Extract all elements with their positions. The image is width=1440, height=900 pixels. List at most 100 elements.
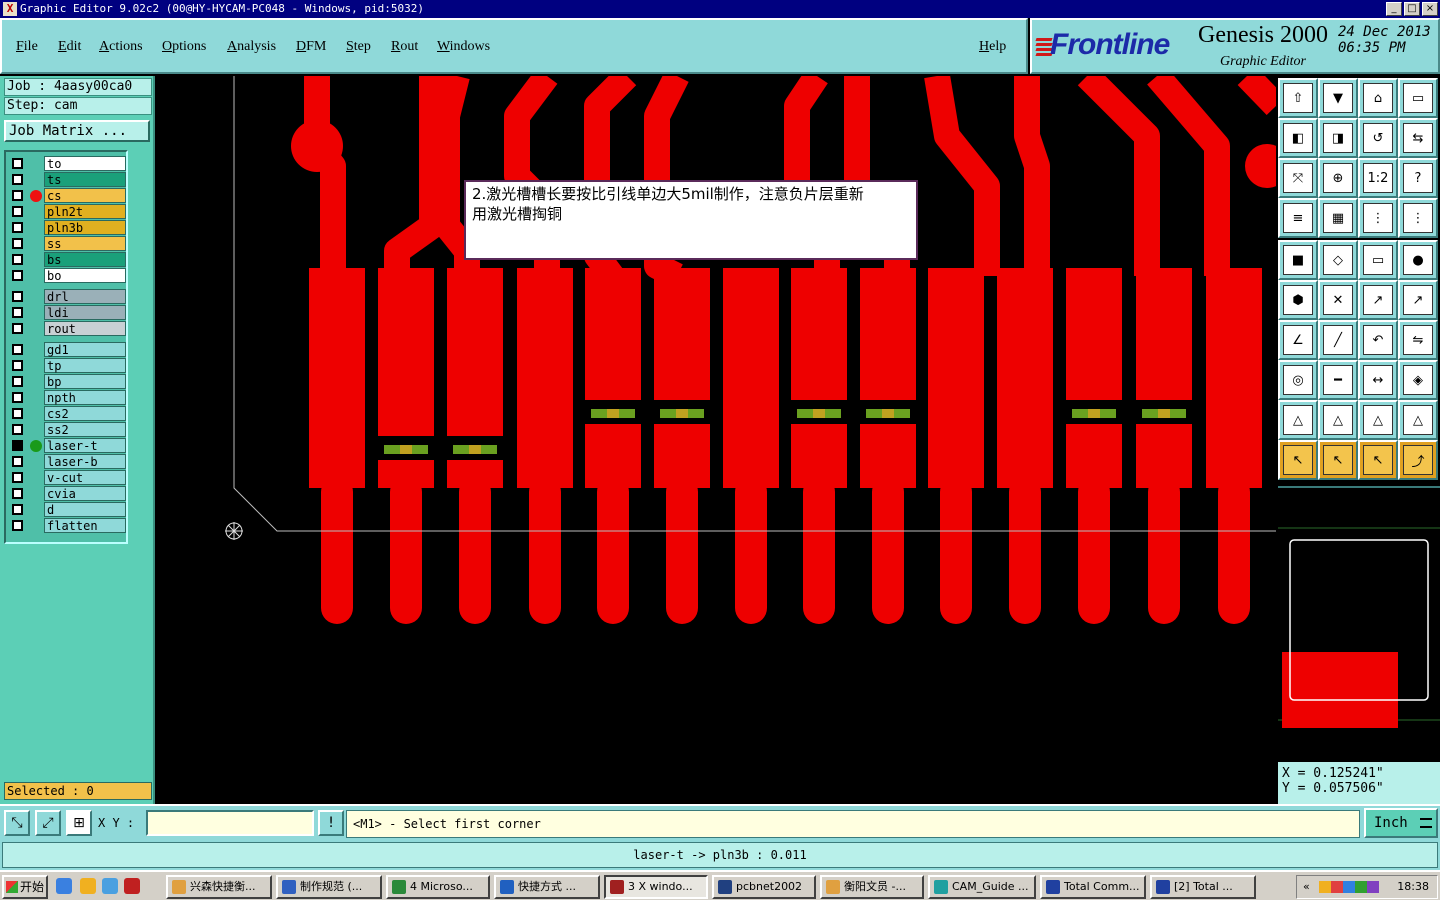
graphic-canvas[interactable]: 2.激光槽槽长要按比引线单边大5mil制作，注意负片层重新 用激光槽掏铜 — [157, 76, 1276, 804]
layer-name[interactable]: bs — [44, 252, 126, 267]
browser-icon[interactable] — [102, 878, 118, 894]
layer-name[interactable]: laser-b — [44, 454, 126, 469]
layer-checkbox[interactable] — [12, 504, 23, 515]
layer-checkbox[interactable] — [12, 174, 23, 185]
minus-icon[interactable]: ━ — [1318, 360, 1358, 400]
pad-icon[interactable]: ■ — [1278, 240, 1318, 280]
unit-selector[interactable]: Inch — [1364, 808, 1438, 838]
connect-icon[interactable]: ⬢ — [1278, 280, 1318, 320]
clock-icon[interactable] — [80, 878, 96, 894]
xwin-icon[interactable] — [124, 878, 140, 894]
layer-checkbox[interactable] — [12, 472, 23, 483]
grid-icon[interactable]: ▦ — [1318, 198, 1358, 238]
layer-row-d[interactable]: d — [10, 502, 126, 517]
left-icon[interactable]: ◧ — [1278, 118, 1318, 158]
job-matrix-button[interactable]: Job Matrix ... — [4, 120, 150, 142]
start-button[interactable]: 开始 — [2, 875, 48, 899]
triangle4-icon[interactable]: △ — [1398, 400, 1438, 440]
layer-name[interactable]: bo — [44, 268, 126, 283]
route-icon[interactable]: ⤴ — [1398, 440, 1438, 480]
pointer-icon[interactable]: ↖ — [1278, 440, 1318, 480]
taskbar-item[interactable]: pcbnet2002 — [712, 875, 816, 899]
ruler-icon[interactable]: ▭ — [1358, 240, 1398, 280]
layer-checkbox[interactable] — [12, 456, 23, 467]
layer-row-ldi[interactable]: ldi — [10, 305, 126, 320]
layer-name[interactable]: pln2t — [44, 204, 126, 219]
dot-icon[interactable]: ● — [1398, 240, 1438, 280]
zoom-out-icon[interactable]: ⤢ — [35, 810, 61, 836]
layer-name[interactable]: drl — [44, 289, 126, 304]
layer-row-cs2[interactable]: cs2 — [10, 406, 126, 421]
menu-options[interactable]: Options — [162, 39, 206, 55]
menu-file[interactable]: File — [16, 39, 38, 55]
layer-name[interactable]: ldi — [44, 305, 126, 320]
move2-icon[interactable]: ↗ — [1398, 280, 1438, 320]
snap-grid-icon[interactable]: ⊞ — [66, 810, 92, 836]
layer-row-ts[interactable]: ts — [10, 172, 126, 187]
layer-checkbox[interactable] — [12, 190, 23, 201]
layer-row-to[interactable]: to — [10, 156, 126, 171]
right-icon[interactable]: ◨ — [1318, 118, 1358, 158]
add-icon[interactable]: ◎ — [1278, 360, 1318, 400]
layer-checkbox[interactable] — [12, 344, 23, 355]
swap-icon[interactable]: ⇆ — [1398, 118, 1438, 158]
layer-name[interactable]: npth — [44, 390, 126, 405]
taskbar-item[interactable]: Total Comm... — [1040, 875, 1146, 899]
save-icon[interactable]: ▼ — [1318, 78, 1358, 118]
menu-rout[interactable]: Rout — [391, 39, 418, 55]
layer-row-laser-b[interactable]: laser-b — [10, 454, 126, 469]
layer-checkbox[interactable] — [12, 307, 23, 318]
layer-checkbox[interactable] — [12, 323, 23, 334]
window-icon[interactable]: ▭ — [1398, 78, 1438, 118]
zoom-in-icon[interactable]: ⤡ — [4, 810, 30, 836]
layer-checkbox[interactable] — [12, 424, 23, 435]
layer-name[interactable]: ts — [44, 172, 126, 187]
cross-icon[interactable]: ✕ — [1318, 280, 1358, 320]
help-icon[interactable]: ? — [1398, 158, 1438, 198]
menu-analysis[interactable]: Analysis — [227, 39, 276, 55]
move-icon[interactable]: ↗ — [1358, 280, 1398, 320]
layer-name[interactable]: rout — [44, 321, 126, 336]
angle-icon[interactable]: ∠ — [1278, 320, 1318, 360]
layer-name[interactable]: flatten — [44, 518, 126, 533]
layer-row-bs[interactable]: bs — [10, 252, 126, 267]
minimize-button[interactable]: _ — [1386, 2, 1402, 16]
triangle3-icon[interactable]: △ — [1358, 400, 1398, 440]
snap2-icon[interactable]: ⋮ — [1398, 198, 1438, 238]
taskbar-item[interactable]: 衡阳文员 -... — [820, 875, 924, 899]
layer-name[interactable]: bp — [44, 374, 126, 389]
layer-name[interactable]: d — [44, 502, 126, 517]
layer-row-cs[interactable]: cs — [10, 188, 126, 203]
layer-checkbox[interactable] — [12, 360, 23, 371]
close-button[interactable]: × — [1422, 2, 1438, 16]
layer-checkbox[interactable] — [12, 408, 23, 419]
layer-row-v-cut[interactable]: v-cut — [10, 470, 126, 485]
layer-checkbox[interactable] — [12, 158, 23, 169]
ie-icon[interactable] — [56, 878, 72, 894]
layer-checkbox[interactable] — [12, 376, 23, 387]
one-to-one-icon[interactable]: 1:2 — [1358, 158, 1398, 198]
layer-checkbox[interactable] — [12, 254, 23, 265]
edit-icon[interactable]: ◇ — [1318, 240, 1358, 280]
layer-name[interactable]: tp — [44, 358, 126, 373]
layer-name[interactable]: cs — [44, 188, 126, 203]
tray-icons[interactable] — [1319, 881, 1379, 893]
layer-name[interactable]: gd1 — [44, 342, 126, 357]
menu-help[interactable]: Help — [979, 39, 1006, 55]
layer-row-drl[interactable]: drl — [10, 289, 126, 304]
layer-row-laser-t[interactable]: laser-t — [10, 438, 126, 453]
fit-icon[interactable]: ⤧ — [1278, 158, 1318, 198]
line-icon[interactable]: ╱ — [1318, 320, 1358, 360]
taskbar-item[interactable]: 兴森快捷衡... — [166, 875, 272, 899]
layer-name[interactable]: pln3b — [44, 220, 126, 235]
taskbar-item[interactable]: 4 Microso... — [386, 875, 490, 899]
undo-icon[interactable]: ↺ — [1358, 118, 1398, 158]
layer-row-ss[interactable]: ss — [10, 236, 126, 251]
layer-row-npth[interactable]: npth — [10, 390, 126, 405]
layer-row-pln2t[interactable]: pln2t — [10, 204, 126, 219]
layer-name[interactable]: cs2 — [44, 406, 126, 421]
layer-checkbox[interactable] — [12, 270, 23, 281]
layer-checkbox[interactable] — [12, 520, 23, 531]
tray-expand-icon[interactable]: « — [1303, 876, 1310, 898]
layer-row-rout[interactable]: rout — [10, 321, 126, 336]
